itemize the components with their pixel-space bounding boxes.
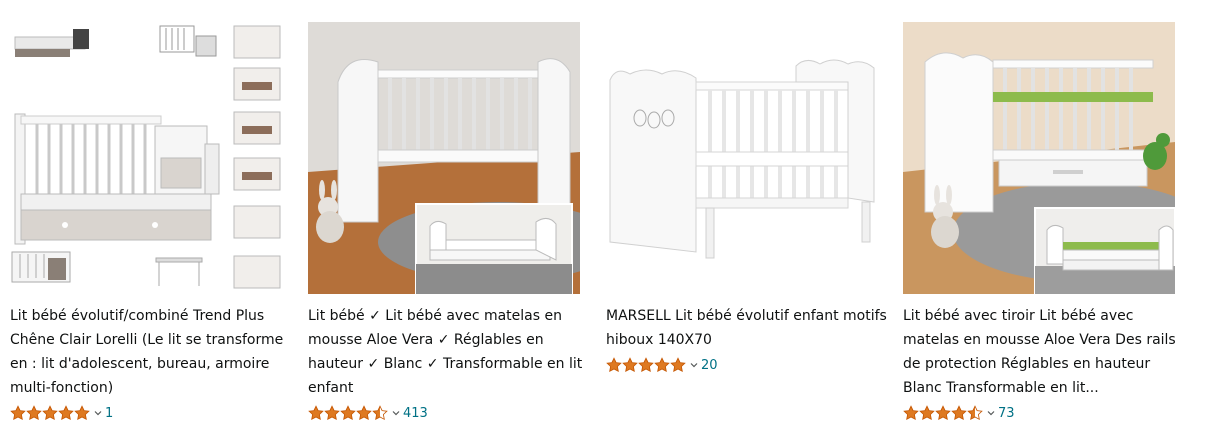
product-title[interactable]: Lit bébé ✓ Lit bébé avec matelas en mous… xyxy=(308,304,590,400)
star-icon xyxy=(935,405,951,421)
rating-count[interactable]: 1 xyxy=(105,406,113,421)
rating-row[interactable]: 1 xyxy=(10,403,292,423)
chevron-down-icon xyxy=(94,411,102,416)
rating-row[interactable]: 73 xyxy=(903,403,1185,423)
star-icon xyxy=(26,405,42,421)
star-icon xyxy=(324,405,340,421)
chevron-down-icon xyxy=(392,411,400,416)
product-card-2: Lit bébé ✓ Lit bébé avec matelas en mous… xyxy=(308,0,590,423)
star-icon xyxy=(622,357,638,373)
rating-row[interactable]: 413 xyxy=(308,403,590,423)
star-icon xyxy=(670,357,686,373)
product-image-4[interactable] xyxy=(903,22,1175,294)
product-image-1[interactable] xyxy=(10,22,282,294)
product-card-3: MARSELL Lit bébé évolutif enfant motifs … xyxy=(606,0,888,375)
rating-count[interactable]: 20 xyxy=(701,358,718,373)
star-rating[interactable] xyxy=(10,405,90,421)
product-image-3[interactable] xyxy=(606,22,878,294)
product-title[interactable]: MARSELL Lit bébé évolutif enfant motifs … xyxy=(606,304,888,352)
star-icon xyxy=(10,405,26,421)
white-crib-owls-image xyxy=(606,22,878,294)
star-icon xyxy=(638,357,654,373)
star-icon xyxy=(372,405,388,421)
star-icon xyxy=(42,405,58,421)
star-icon xyxy=(340,405,356,421)
rating-row[interactable]: 20 xyxy=(606,355,888,375)
star-icon xyxy=(356,405,372,421)
white-crib-with-teddy-image xyxy=(308,22,580,294)
star-icon xyxy=(967,405,983,421)
product-image-2[interactable] xyxy=(308,22,580,294)
chevron-down-icon xyxy=(690,363,698,368)
chevron-down-icon xyxy=(987,411,995,416)
star-icon xyxy=(654,357,670,373)
product-row: Lit bébé évolutif/combiné Trend Plus Chê… xyxy=(0,0,1224,433)
star-icon xyxy=(74,405,90,421)
white-crib-drawer-image xyxy=(903,22,1175,294)
star-icon xyxy=(308,405,324,421)
product-card-1: Lit bébé évolutif/combiné Trend Plus Chê… xyxy=(10,0,292,423)
star-rating[interactable] xyxy=(903,405,983,421)
rating-count[interactable]: 73 xyxy=(998,406,1015,421)
product-card-4: Lit bébé avec tiroir Lit bébé avec matel… xyxy=(903,0,1185,423)
star-icon xyxy=(919,405,935,421)
star-icon xyxy=(903,405,919,421)
product-title[interactable]: Lit bébé évolutif/combiné Trend Plus Chê… xyxy=(10,304,292,400)
star-rating[interactable] xyxy=(606,357,686,373)
rating-count[interactable]: 413 xyxy=(403,406,428,421)
star-icon xyxy=(606,357,622,373)
product-title[interactable]: Lit bébé avec tiroir Lit bébé avec matel… xyxy=(903,304,1185,400)
star-icon xyxy=(951,405,967,421)
star-rating[interactable] xyxy=(308,405,388,421)
convertible-crib-collage-image xyxy=(10,22,282,294)
star-icon xyxy=(58,405,74,421)
